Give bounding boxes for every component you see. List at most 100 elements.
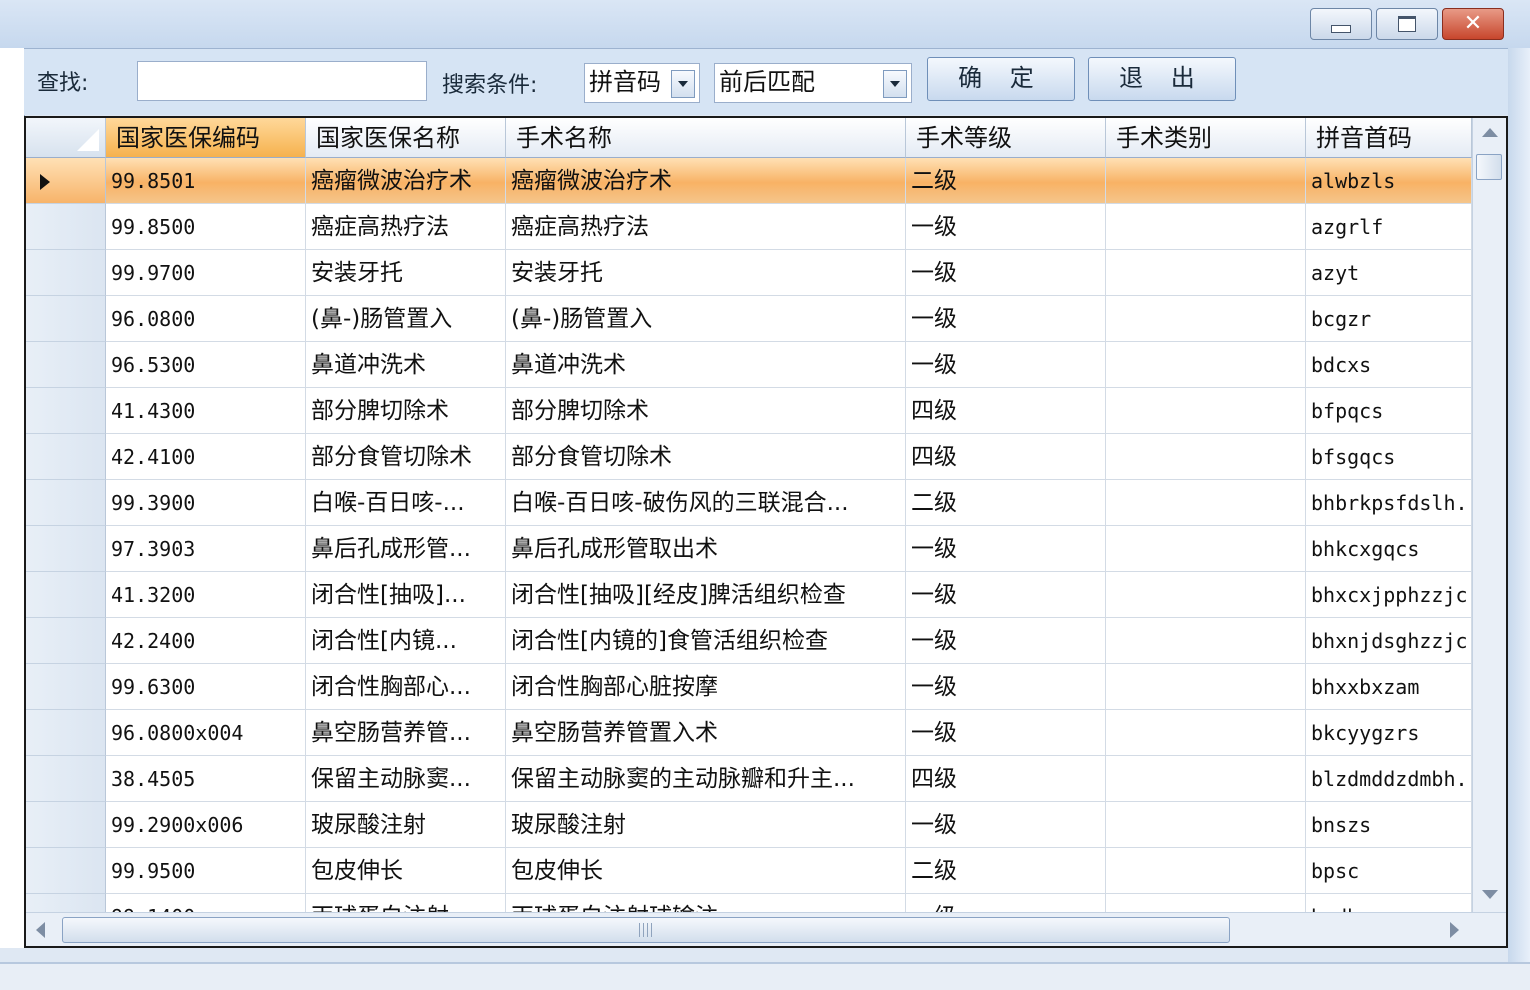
table-cell[interactable]: 鼻后孔成形管... <box>306 526 506 572</box>
table-row[interactable]: 99.8500 癌症高热疗法 癌症高热疗法 一级 azgrlf <box>26 204 1472 250</box>
table-row[interactable]: 99.8501 癌瘤微波治疗术 癌瘤微波治疗术 二级 alwbzls <box>26 158 1472 204</box>
table-cell[interactable]: 96.0800x004 <box>106 710 306 756</box>
table-cell[interactable]: 97.3903 <box>106 526 306 572</box>
table-cell[interactable]: 闭合性[抽吸]... <box>306 572 506 618</box>
table-cell[interactable]: 一级 <box>906 618 1106 664</box>
table-cell[interactable]: (鼻-)肠管置入 <box>306 296 506 342</box>
table-cell[interactable]: 96.5300 <box>106 342 306 388</box>
table-cell[interactable]: 癌瘤微波治疗术 <box>506 158 906 204</box>
row-header[interactable] <box>26 342 106 388</box>
table-cell[interactable] <box>1106 710 1306 756</box>
table-cell[interactable]: 鼻空肠营养管... <box>306 710 506 756</box>
minimize-button[interactable] <box>1310 8 1372 40</box>
table-cell[interactable]: 二级 <box>906 848 1106 894</box>
table-row[interactable]: 97.3903 鼻后孔成形管... 鼻后孔成形管取出术 一级 bhkcxgqcs <box>26 526 1472 572</box>
horizontal-scrollbar[interactable] <box>26 912 1506 946</box>
column-header[interactable]: 手术名称 <box>506 118 906 158</box>
vertical-scroll-thumb[interactable] <box>1476 154 1502 180</box>
table-cell[interactable]: 96.0800 <box>106 296 306 342</box>
table-cell[interactable]: 42.2400 <box>106 618 306 664</box>
table-cell[interactable]: 二级 <box>906 480 1106 526</box>
table-cell[interactable]: bpsc <box>1306 848 1472 894</box>
table-row[interactable]: 96.0800 (鼻-)肠管置入 (鼻-)肠管置入 一级 bcgzr <box>26 296 1472 342</box>
row-header[interactable] <box>26 204 106 250</box>
table-cell[interactable]: 闭合性[抽吸][经皮]脾活组织检查 <box>506 572 906 618</box>
row-header[interactable] <box>26 526 106 572</box>
table-cell[interactable]: 癌症高热疗法 <box>506 204 906 250</box>
table-cell[interactable] <box>1106 802 1306 848</box>
table-cell[interactable]: 99.9500 <box>106 848 306 894</box>
table-cell[interactable]: 癌症高热疗法 <box>306 204 506 250</box>
row-header[interactable] <box>26 388 106 434</box>
table-cell[interactable]: bdcxs <box>1306 342 1472 388</box>
table-cell[interactable]: (鼻-)肠管置入 <box>506 296 906 342</box>
table-cell[interactable]: 一级 <box>906 526 1106 572</box>
table-cell[interactable] <box>1106 526 1306 572</box>
table-cell[interactable]: 99.9700 <box>106 250 306 296</box>
row-header[interactable] <box>26 802 106 848</box>
table-cell[interactable]: 闭合性胸部心脏按摩 <box>506 664 906 710</box>
table-cell[interactable]: azyt <box>1306 250 1472 296</box>
table-cell[interactable]: bhxxbxzam <box>1306 664 1472 710</box>
table-cell[interactable]: 四级 <box>906 434 1106 480</box>
row-header[interactable] <box>26 572 106 618</box>
vertical-scrollbar[interactable] <box>1472 118 1506 912</box>
condition-select[interactable]: 拼音码 <box>584 63 700 103</box>
scroll-right-icon[interactable] <box>1450 922 1459 938</box>
table-cell[interactable]: 一级 <box>906 710 1106 756</box>
column-header[interactable]: 国家医保编码 <box>106 118 306 158</box>
table-cell[interactable] <box>1106 250 1306 296</box>
column-header[interactable]: 拼音首码 <box>1306 118 1472 158</box>
table-row[interactable]: 99.9500 包皮伸长 包皮伸长 二级 bpsc <box>26 848 1472 894</box>
table-cell[interactable]: bfsgqcs <box>1306 434 1472 480</box>
table-cell[interactable]: 玻尿酸注射 <box>506 802 906 848</box>
table-cell[interactable]: 99.2900x006 <box>106 802 306 848</box>
table-cell[interactable]: 白喉-百日咳-... <box>306 480 506 526</box>
row-header[interactable] <box>26 480 106 526</box>
ok-button[interactable]: 确 定 <box>927 57 1075 101</box>
table-row[interactable]: 99.9700 安装牙托 安装牙托 一级 azyt <box>26 250 1472 296</box>
maximize-button[interactable] <box>1376 8 1438 40</box>
table-row[interactable]: 42.4100 部分食管切除术 部分食管切除术 四级 bfsgqcs <box>26 434 1472 480</box>
table-cell[interactable]: 42.4100 <box>106 434 306 480</box>
table-cell[interactable] <box>1106 572 1306 618</box>
table-cell[interactable]: 一级 <box>906 342 1106 388</box>
table-cell[interactable]: 安装牙托 <box>506 250 906 296</box>
row-header[interactable] <box>26 250 106 296</box>
table-cell[interactable] <box>1106 756 1306 802</box>
table-cell[interactable] <box>1106 342 1306 388</box>
scroll-left-icon[interactable] <box>36 922 45 938</box>
scroll-up-icon[interactable] <box>1482 128 1498 137</box>
table-cell[interactable]: 一级 <box>906 296 1106 342</box>
table-cell[interactable]: 鼻道冲洗术 <box>506 342 906 388</box>
search-input[interactable] <box>137 61 427 101</box>
table-cell[interactable]: 部分脾切除术 <box>306 388 506 434</box>
table-cell[interactable]: 41.3200 <box>106 572 306 618</box>
table-cell[interactable]: 99.8500 <box>106 204 306 250</box>
select-all-corner[interactable] <box>26 118 106 158</box>
dropdown-button[interactable] <box>883 70 907 98</box>
row-header[interactable] <box>26 434 106 480</box>
table-cell[interactable]: 一级 <box>906 204 1106 250</box>
table-cell[interactable]: 玻尿酸注射 <box>306 802 506 848</box>
horizontal-scroll-thumb[interactable] <box>62 917 1230 943</box>
match-select[interactable]: 前后匹配 <box>714 63 912 103</box>
table-cell[interactable]: 99.3900 <box>106 480 306 526</box>
table-cell[interactable]: 癌瘤微波治疗术 <box>306 158 506 204</box>
table-cell[interactable] <box>1106 664 1306 710</box>
table-cell[interactable]: 包皮伸长 <box>306 848 506 894</box>
table-cell[interactable]: bcgzr <box>1306 296 1472 342</box>
dropdown-button[interactable] <box>671 70 695 98</box>
table-cell[interactable]: 99.6300 <box>106 664 306 710</box>
table-cell[interactable]: bhkcxgqcs <box>1306 526 1472 572</box>
table-cell[interactable]: 闭合性胸部心... <box>306 664 506 710</box>
column-header[interactable]: 手术类别 <box>1106 118 1306 158</box>
table-row[interactable]: 42.2400 闭合性[内镜... 闭合性[内镜的]食管活组织检查 一级 bhxnjds… <box>26 618 1472 664</box>
row-header[interactable] <box>26 710 106 756</box>
table-cell[interactable]: 四级 <box>906 756 1106 802</box>
table-cell[interactable]: 鼻道冲洗术 <box>306 342 506 388</box>
table-row[interactable]: 38.4505 保留主动脉窦... 保留主动脉窦的主动脉瓣和升主... 四级 blzdm… <box>26 756 1472 802</box>
table-row[interactable]: 96.0800x004 鼻空肠营养管... 鼻空肠营养管置入术 一级 bkcyygzrs <box>26 710 1472 756</box>
table-cell[interactable]: 41.4300 <box>106 388 306 434</box>
table-row[interactable]: 96.5300 鼻道冲洗术 鼻道冲洗术 一级 bdcxs <box>26 342 1472 388</box>
